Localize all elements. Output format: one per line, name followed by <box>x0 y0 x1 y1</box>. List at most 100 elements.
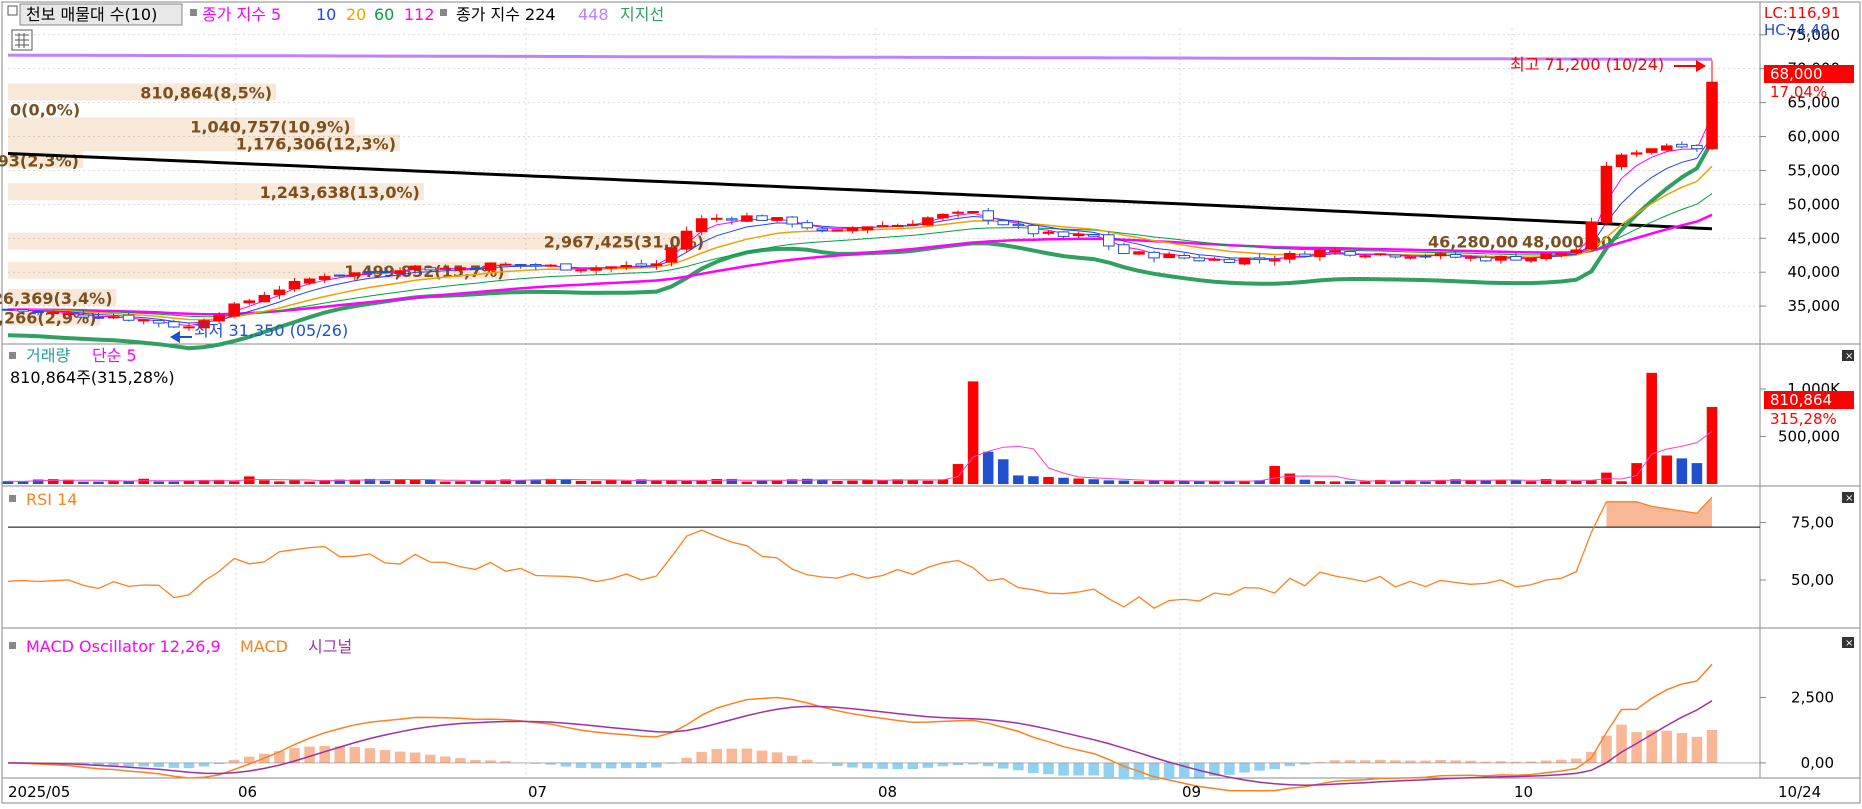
volume-bar <box>1707 407 1718 484</box>
rsi-close-button[interactable]: × <box>1842 492 1854 504</box>
volume-bar <box>380 481 391 484</box>
price-tick-label: 45,000 <box>1788 229 1841 247</box>
volume-bar <box>1164 481 1175 484</box>
legend-square-icon <box>440 9 447 16</box>
candle <box>1692 145 1703 148</box>
candle <box>727 219 738 220</box>
volume-bar <box>18 482 29 484</box>
macd-osc-bar <box>470 760 481 763</box>
volume-close-button[interactable]: × <box>1842 350 1854 362</box>
profile-label: 326,369(3,4%) <box>0 289 113 308</box>
candle <box>1586 222 1597 249</box>
ma-legend-60: 60 <box>374 5 394 24</box>
candle <box>425 268 436 270</box>
volume-bar <box>169 482 180 484</box>
volume-bar <box>1556 480 1567 484</box>
candle <box>1013 224 1024 225</box>
candle <box>1526 258 1537 261</box>
candle <box>1541 254 1552 259</box>
candle <box>1707 82 1718 148</box>
candle <box>817 229 828 231</box>
volume-ma-legend: 단순 5 <box>92 346 137 365</box>
candle <box>787 217 798 224</box>
x-tick-label: 10/24 <box>1778 783 1821 801</box>
macd-osc-bar <box>772 752 783 763</box>
macd-osc-bar <box>651 763 662 768</box>
candle <box>334 275 345 276</box>
volume-bar <box>259 480 270 484</box>
candle <box>621 265 632 266</box>
macd-osc-bar <box>938 763 949 766</box>
candle <box>274 290 285 295</box>
volume-bar <box>289 480 300 484</box>
volume-bar <box>802 479 813 484</box>
volume-bar <box>1661 456 1672 485</box>
volume-bar <box>1360 481 1371 484</box>
macd-osc-bar <box>1692 737 1703 763</box>
candle <box>1179 256 1190 258</box>
support-legend: 지지선 <box>620 5 664 24</box>
volume-bar <box>696 481 707 484</box>
macd-osc-bar <box>1677 733 1688 763</box>
volume-bar <box>1330 481 1341 484</box>
macd-osc-bar <box>591 763 602 768</box>
candle <box>1254 258 1265 259</box>
macd-osc-bar <box>636 763 647 768</box>
current-price: 68,000 <box>1770 65 1823 83</box>
candle <box>711 218 722 219</box>
candle <box>1164 254 1175 257</box>
ma-legend-20: 20 <box>346 5 366 24</box>
macd-osc-bar <box>1028 763 1039 773</box>
candle <box>1315 250 1326 257</box>
candle <box>1450 254 1461 257</box>
volume-bar <box>591 481 602 484</box>
profile-label: 1,176,306(12,3%) <box>236 134 396 153</box>
macd-osc-bar <box>380 750 391 763</box>
candle <box>304 279 315 283</box>
macd-osc-bar <box>1405 761 1416 763</box>
candle <box>485 263 496 270</box>
candle <box>33 311 44 312</box>
volume-legend-label: 거래량 <box>26 346 70 365</box>
candle <box>515 264 526 265</box>
volume-bar <box>1526 481 1537 484</box>
macd-osc-bar <box>681 758 692 763</box>
candle <box>862 227 873 230</box>
candle <box>1224 259 1235 262</box>
x-tick-label: 06 <box>238 783 257 801</box>
volume-bar <box>1043 477 1054 484</box>
calculator-button[interactable] <box>12 30 32 50</box>
candle <box>1028 225 1039 233</box>
x-tick-label: 08 <box>878 783 897 801</box>
candle <box>48 313 59 314</box>
candle <box>229 304 240 316</box>
high-label: 최고 71,200 (10/24) <box>1510 55 1664 74</box>
volume-bar <box>983 452 994 484</box>
volume-bar <box>470 481 481 484</box>
hc-label: HC:-4,49 <box>1764 21 1830 39</box>
volume-bar <box>1496 480 1507 484</box>
volume-bar <box>440 482 451 484</box>
candle <box>651 264 662 265</box>
candle <box>983 211 994 220</box>
candle <box>953 212 964 213</box>
candle <box>365 272 376 273</box>
candle <box>998 221 1009 225</box>
macd-osc-bar <box>847 763 858 768</box>
macd-osc-bar <box>395 752 406 763</box>
macd-close-button[interactable]: × <box>1842 637 1854 649</box>
volume-bar <box>666 481 677 484</box>
volume-bar <box>681 481 692 484</box>
volume-value: 810,864주(315,28%) <box>10 368 175 387</box>
candle <box>1646 149 1657 153</box>
volume-bar <box>998 459 1009 484</box>
stock-chart[interactable]: 810,864(8,5%)0(0,0%)1,040,757(10,9%)1,17… <box>0 0 1862 805</box>
macd-osc-bar <box>1284 763 1295 766</box>
macd-osc-bar <box>576 763 587 768</box>
macd-osc-bar <box>877 763 888 769</box>
volume-bar <box>304 482 315 484</box>
volume-bar <box>410 480 421 484</box>
price-tick-label: 55,000 <box>1788 161 1841 179</box>
candle <box>169 322 180 327</box>
rsi-tick-label: 75,00 <box>1791 514 1834 532</box>
